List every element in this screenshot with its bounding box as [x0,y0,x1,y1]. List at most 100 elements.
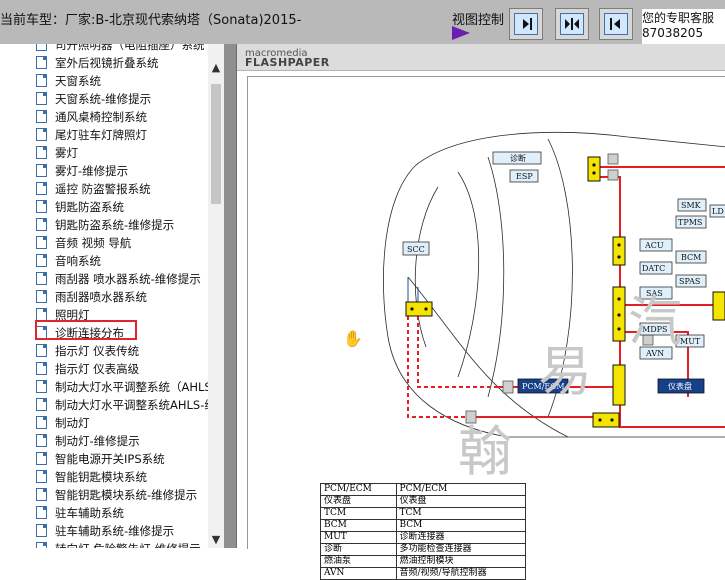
split-view-icon [560,13,584,35]
module-tpms-label: TPMS [678,218,702,227]
module-spas-label: SPAS [679,277,700,286]
selection-highlight [35,320,137,340]
document-icon [36,218,47,231]
legend-desc: 仪表盘 [395,495,527,508]
module-cluster-label: 仪表盘 [668,381,692,391]
connector-mid-c [612,364,626,406]
legend-abbr: MUT [320,531,397,544]
document-viewer[interactable]: macromedia FLASHPAPER 诊断 ESP SCC SMK TPM… [236,44,725,580]
module-smk-label: SMK [681,201,702,210]
document-icon [36,344,47,357]
legend-row: MUT 诊断连接器 [320,531,527,544]
tree-item-label: 制动大灯水平调整系统（AHLS [55,380,212,394]
legend-abbr: 诊断 [320,543,397,556]
connector-left [405,301,433,317]
document-icon [36,128,47,141]
document-icon [36,272,47,285]
document-icon [36,182,47,195]
tree-item-label: 钥匙防盗系统-维修提示 [55,218,175,232]
document-icon [36,236,47,249]
collapse-left-icon [514,13,538,35]
pane-divider[interactable] [224,44,236,548]
tree-item-label: 雨刮器喷水器系统 [55,290,147,304]
tree-item-label: 智能钥匙模块系统 [55,470,147,484]
document-icon [36,164,47,177]
document-icon [36,380,47,393]
module-datc-label: DATC [642,264,665,273]
tree-item-label: 智能钥匙模块系统-维修提示 [55,488,198,502]
connector-mid-a [612,236,626,266]
document-icon [36,74,47,87]
split-view-button[interactable] [555,8,589,40]
connector-top [587,156,601,182]
tree-item-label: 音频 视频 导航 [55,236,132,250]
legend-abbr: 燃油泵 [320,555,397,568]
connector-right [712,291,725,321]
top-bar: 当前车型：厂家:B-北京现代索纳塔（Sonata)2015- 视图控制 您的专职… [0,0,725,45]
tree-item-label: 通风桌椅控制系统 [55,110,147,124]
document-page: 诊断 ESP SCC SMK TPMS LD ACU BCM DATC SPAS [247,76,725,580]
tree-item-label: 制动灯 [55,416,90,430]
document-icon [36,452,47,465]
tree-item-label: 音响系统 [55,254,101,268]
legend-desc: BCM [395,519,527,532]
document-icon [36,56,47,69]
document-icon [36,506,47,519]
sidebar-tree: 司开照明器（电阻插座）系统 室外后视镜折叠系统 天窗系统 天窗系统-维修提示 通风桌椅控… [0,44,224,548]
flashpaper-toolbar: macromedia FLASHPAPER [237,44,725,71]
legend-table: PCM/ECM PCM/ECM 仪表盘 仪表盘 TCM TCM BCM BCM MUT 诊断连接器… [320,483,527,580]
watermark-char-2: 易 [538,340,592,403]
tree-item-label: 雾灯-维修提示 [55,164,129,178]
module-ld-label: LD [712,207,724,216]
document-icon [36,488,47,501]
legend-desc: PCM/ECM [395,483,527,496]
view-control-arrow-icon[interactable] [452,26,470,40]
legend-abbr: 仪表盘 [320,495,397,508]
flashpaper-logo: macromedia FLASHPAPER [245,49,330,69]
tree-item-label: 驻车辅助系统 [55,506,124,520]
scroll-up-icon[interactable]: ▲ [208,60,224,76]
legend-desc: TCM [395,507,527,520]
legend-row: AVN 音频/视频/导航控制器 [320,567,527,580]
collapse-right-button[interactable] [599,8,633,40]
service-label: 您的专职客服 [642,11,715,25]
document-icon [36,434,47,447]
legend-desc: 诊断连接器 [395,531,527,544]
tree-item-label: 尾灯驻车灯牌照灯 [55,128,147,142]
tree-item-label: 制动大灯水平调整系统AHLS-维 [55,398,216,412]
legend-desc: 燃油控制模块 [395,555,527,568]
tree-item-label: 制动灯-维修提示 [55,434,140,448]
scroll-down-icon[interactable]: ▼ [208,532,224,548]
legend-abbr: AVN [320,567,397,580]
current-model-title: 当前车型：厂家:B-北京现代索纳塔（Sonata)2015- [0,13,302,28]
hand-cursor-icon: ✋ [343,329,363,348]
legend-row: 仪表盘 仪表盘 [320,495,527,508]
watermark-char-3: 汽 [628,290,682,353]
document-icon [36,44,47,51]
document-icon [36,254,47,267]
module-bcm-label: BCM [681,253,701,262]
document-icon [36,524,47,537]
module-diag-label: 诊断 [510,153,526,163]
legend-desc: 多功能检查连接器 [395,543,527,556]
tree-item-label: 遥控 防盗警报系统 [55,182,151,196]
tree-item-label: 指示灯 仪表传统 [55,344,140,358]
module-scc-label: SCC [407,245,425,254]
document-icon [36,542,47,548]
legend-abbr: TCM [320,507,397,520]
module-mut-label: MUT [680,337,701,346]
customer-service-box: 您的专职客服 87038205 [642,9,725,45]
tree-item-label: 指示灯 仪表高级 [55,362,140,376]
tree-item-label: 智能电源开关IPS系统 [55,452,165,466]
legend-row: 燃油泵 燃油控制模块 [320,555,527,568]
scroll-thumb[interactable] [211,84,221,204]
document-icon [36,398,47,411]
car-outline-top [415,132,725,166]
legend-abbr: BCM [320,519,397,532]
collapse-left-button[interactable] [509,8,543,40]
collapse-right-icon [604,13,628,35]
connector-bottom [592,412,620,428]
watermark-char-1: 翰 [458,420,512,483]
sidebar-scrollbar[interactable]: ▲ ▼ [208,44,224,548]
tree-item-label: 天窗系统-维修提示 [55,92,152,106]
